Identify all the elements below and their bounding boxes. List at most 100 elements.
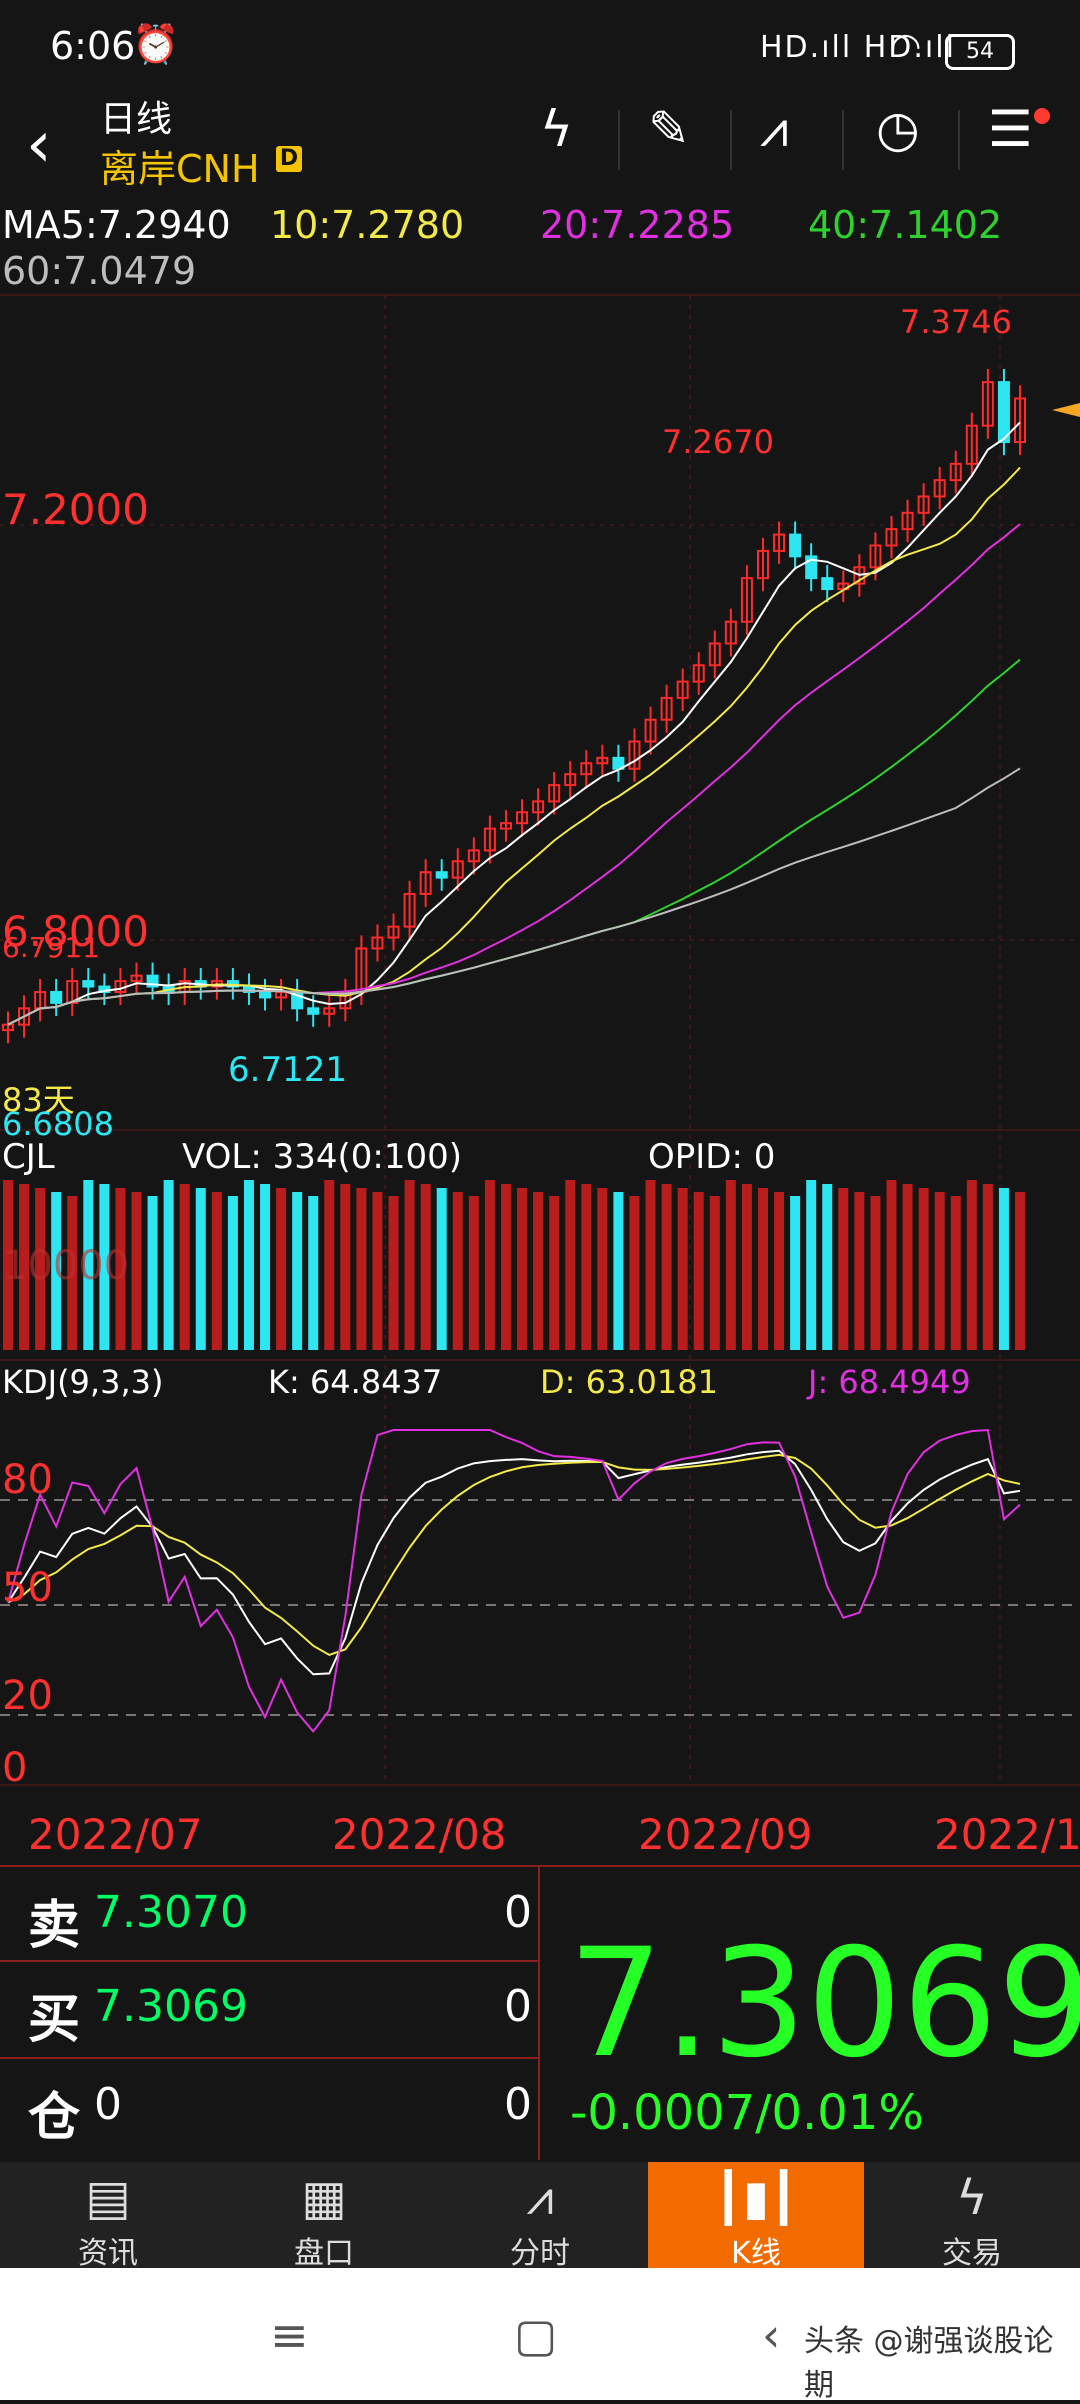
draw-pen-icon[interactable]: ✎: [648, 100, 690, 158]
volume-bar: [806, 1180, 817, 1350]
news-icon: ▤: [85, 2170, 131, 2226]
nav-kline[interactable]: ┃▮┃ K线: [648, 2162, 864, 2271]
last-price: 7.3069: [568, 1917, 1080, 2091]
volume-bar: [147, 1196, 158, 1350]
volume-bar: [227, 1196, 238, 1350]
volume-bar: [902, 1184, 913, 1350]
watermark: 头条 @谢强谈股论期: [804, 2324, 1054, 2403]
kdj-k-label: K: 64.8437: [268, 1363, 443, 1401]
kdj-d-label: D: 63.0181: [540, 1363, 718, 1401]
back-icon[interactable]: ‹: [26, 108, 52, 182]
ylabel-7.2: 7.2000: [2, 485, 149, 534]
kdj-level-label: 80: [2, 1457, 53, 1503]
volume-bar: [484, 1180, 495, 1350]
volume-bar: [661, 1184, 672, 1350]
notification-dot: [1034, 108, 1050, 124]
low-label: 6.7121: [228, 1050, 347, 1090]
nav-label: 分时: [510, 2236, 570, 2271]
volume-bar: [693, 1192, 704, 1350]
divider: [538, 1865, 540, 2160]
nav-news[interactable]: ▤ 资讯: [0, 2162, 216, 2271]
sell-qty: 0: [504, 1887, 532, 1938]
bottom-nav: ▤ 资讯 ▦ 盘口 ⩘ 分时 ┃▮┃ K线 ϟ 交易: [0, 2162, 1080, 2271]
ma60-line: [7, 767, 1021, 1026]
buy-price[interactable]: 7.3069: [94, 1981, 248, 2032]
candle: [435, 871, 448, 879]
volume-bar: [372, 1192, 383, 1350]
position-value: 0: [94, 2079, 122, 2130]
left-value-label: 6.7911: [2, 931, 100, 964]
volume-bar: [565, 1180, 576, 1350]
volume-bar: [854, 1192, 865, 1350]
kdj-level-label: 20: [2, 1673, 53, 1719]
volume-bar: [870, 1196, 881, 1350]
volume-bar: [998, 1188, 1009, 1350]
candle: [259, 990, 272, 999]
volume-bar: [404, 1180, 415, 1350]
day-badge: D: [276, 146, 302, 172]
volume-bar: [340, 1184, 351, 1350]
current-price-marker: [1052, 403, 1080, 417]
date-label: 2022/08: [332, 1810, 507, 1859]
volume-bar: [195, 1188, 206, 1350]
period-title: 日线: [100, 99, 173, 140]
kline-icon: ┃▮┃: [713, 2170, 799, 2226]
system-nav-bar: ≡ ▢ ‹ 头条 @谢强谈股论期: [0, 2268, 1080, 2403]
volume-bar: [709, 1196, 720, 1350]
volume-bar: [436, 1188, 447, 1350]
wifi-icon: ◠: [890, 26, 922, 67]
volume-bar: [950, 1196, 961, 1350]
vol-scale-label: 10000: [2, 1243, 130, 1289]
volume-bar: [645, 1180, 656, 1350]
kdj-j-label: J: 68.4949: [808, 1363, 971, 1401]
date-label: 2022/09: [638, 1810, 813, 1859]
nav-trade[interactable]: ϟ 交易: [864, 2162, 1080, 2271]
volume-bar: [420, 1184, 431, 1350]
volume-bar: [613, 1192, 624, 1350]
volume-bar: [243, 1180, 254, 1350]
volume-bar: [500, 1184, 511, 1350]
volume-bar: [982, 1184, 993, 1350]
nav-label: 资讯: [78, 2236, 138, 2271]
position-label: 仓: [28, 2088, 81, 2148]
nav-label: 交易: [942, 2236, 1002, 2271]
kline-chart[interactable]: MA5:7.2940 10:7.2780 20:7.2285 40:7.1402…: [0, 195, 1080, 1859]
volume-bar: [918, 1188, 929, 1350]
lightning-icon[interactable]: ϟ: [540, 100, 573, 158]
clock-icon[interactable]: ◷: [876, 100, 920, 158]
volume-bar: [597, 1188, 608, 1350]
home-icon[interactable]: ▢: [514, 2308, 557, 2362]
volume-bar: [741, 1184, 752, 1350]
divider: [0, 1865, 1080, 1867]
back-nav-icon[interactable]: ‹: [762, 2308, 780, 2362]
volume-bar: [966, 1180, 977, 1350]
divider: [842, 110, 844, 170]
volume-bar: [629, 1196, 640, 1350]
buy-label: 买: [28, 1990, 81, 2050]
grid: [0, 294, 1080, 1786]
status-time: 6:06: [50, 24, 136, 68]
recent-apps-icon[interactable]: ≡: [270, 2308, 309, 2362]
divider: [0, 1960, 538, 1962]
candle: [82, 980, 95, 988]
volume-bar: [533, 1192, 544, 1350]
candle: [50, 990, 63, 1004]
symbol-title[interactable]: 离岸CNH: [100, 138, 260, 193]
nav-orderbook[interactable]: ▦ 盘口: [216, 2162, 432, 2271]
sell-price[interactable]: 7.3070: [94, 1887, 248, 1938]
divider: [618, 110, 620, 170]
indicator-icon[interactable]: ⩘: [760, 100, 788, 159]
kdj-title: KDJ(9,3,3): [2, 1363, 164, 1401]
volume-bar: [324, 1180, 335, 1350]
high-label: 7.3746: [900, 303, 1012, 341]
nav-timeshare[interactable]: ⩘ 分时: [432, 2162, 648, 2271]
buy-qty: 0: [504, 1981, 532, 2032]
alarm-icon: ⏰: [132, 22, 180, 66]
volume-bar: [822, 1184, 833, 1350]
timeshare-icon: ⩘: [526, 2170, 554, 2226]
menu-icon[interactable]: ☰: [988, 100, 1033, 158]
divider: [0, 2057, 538, 2059]
vol-label: VOL: 334(0:100): [182, 1137, 463, 1177]
candle: [997, 381, 1010, 444]
volume-bar: [790, 1196, 801, 1350]
